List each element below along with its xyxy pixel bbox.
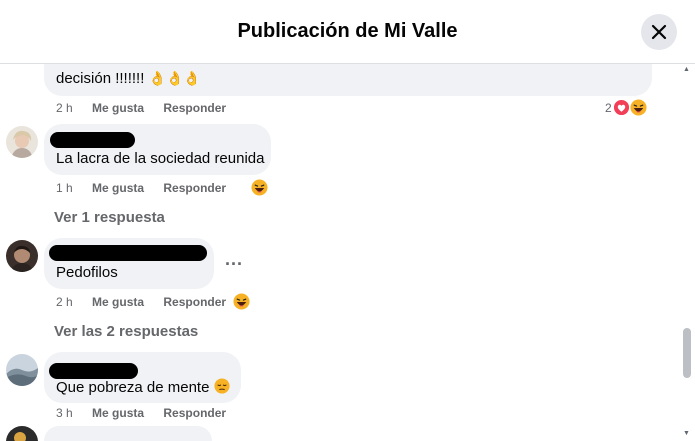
scrollbar-track[interactable]: [680, 64, 695, 441]
view-replies-link[interactable]: Ver 1 respuesta: [54, 209, 165, 226]
haha-reaction-icon[interactable]: [233, 293, 250, 310]
comment-bubble: [44, 426, 212, 441]
close-icon: [651, 24, 667, 40]
redacted-author-name: [49, 245, 207, 261]
comment-text: Pedofilos: [56, 264, 118, 281]
reaction-count[interactable]: 2: [605, 101, 612, 115]
comment-time[interactable]: 3 h: [56, 406, 73, 420]
comment-actions: 2 h Me gusta Responder: [56, 295, 226, 309]
comment-actions: 1 h Me gusta Responder: [56, 181, 226, 195]
avatar[interactable]: [6, 426, 38, 441]
comment-text: Que pobreza de mente: [56, 378, 230, 396]
comment-time[interactable]: 2 h: [56, 295, 73, 309]
comment-text: decisión !!!!!!! 👌👌👌: [56, 70, 201, 87]
scroll-up-arrow-icon[interactable]: ▲: [683, 66, 690, 73]
close-button[interactable]: [641, 14, 677, 50]
haha-reaction-icon[interactable]: [630, 99, 647, 116]
comment-text: La lacra de la sociedad reunida: [56, 150, 265, 167]
comment-actions: 3 h Me gusta Responder: [56, 406, 226, 420]
comments-feed: decisión !!!!!!! 👌👌👌 2 h Me gusta Respon…: [0, 64, 680, 441]
pensive-face-icon: [214, 378, 230, 394]
like-button[interactable]: Me gusta: [92, 406, 144, 420]
redacted-author-name: [50, 132, 135, 148]
like-button[interactable]: Me gusta: [92, 101, 144, 115]
avatar[interactable]: [6, 126, 38, 158]
like-button[interactable]: Me gusta: [92, 295, 144, 309]
avatar[interactable]: [6, 240, 38, 272]
comment-time[interactable]: 1 h: [56, 181, 73, 195]
avatar[interactable]: [6, 354, 38, 386]
comment-actions: 2 h Me gusta Responder: [56, 101, 242, 115]
reply-button[interactable]: Responder: [163, 295, 226, 309]
reply-button[interactable]: Responder: [163, 181, 226, 195]
reply-button[interactable]: Responder: [163, 406, 226, 420]
view-replies-link[interactable]: Ver las 2 respuestas: [54, 323, 198, 340]
scrollbar-thumb[interactable]: [683, 328, 691, 378]
haha-reaction-icon[interactable]: [251, 179, 268, 196]
dialog-title: Publicación de Mi Valle: [237, 20, 458, 42]
clap-emoji-icon: 👌👌👌: [148, 70, 201, 86]
more-options-button[interactable]: ...: [225, 249, 243, 270]
redacted-author-name: [49, 363, 138, 379]
love-reaction-icon[interactable]: [613, 99, 630, 116]
like-button[interactable]: Me gusta: [92, 181, 144, 195]
dialog-header: Publicación de Mi Valle: [0, 0, 695, 64]
reply-button[interactable]: Responder: [163, 101, 226, 115]
scroll-down-arrow-icon[interactable]: ▼: [683, 430, 690, 437]
comment-time[interactable]: 2 h: [56, 101, 73, 115]
